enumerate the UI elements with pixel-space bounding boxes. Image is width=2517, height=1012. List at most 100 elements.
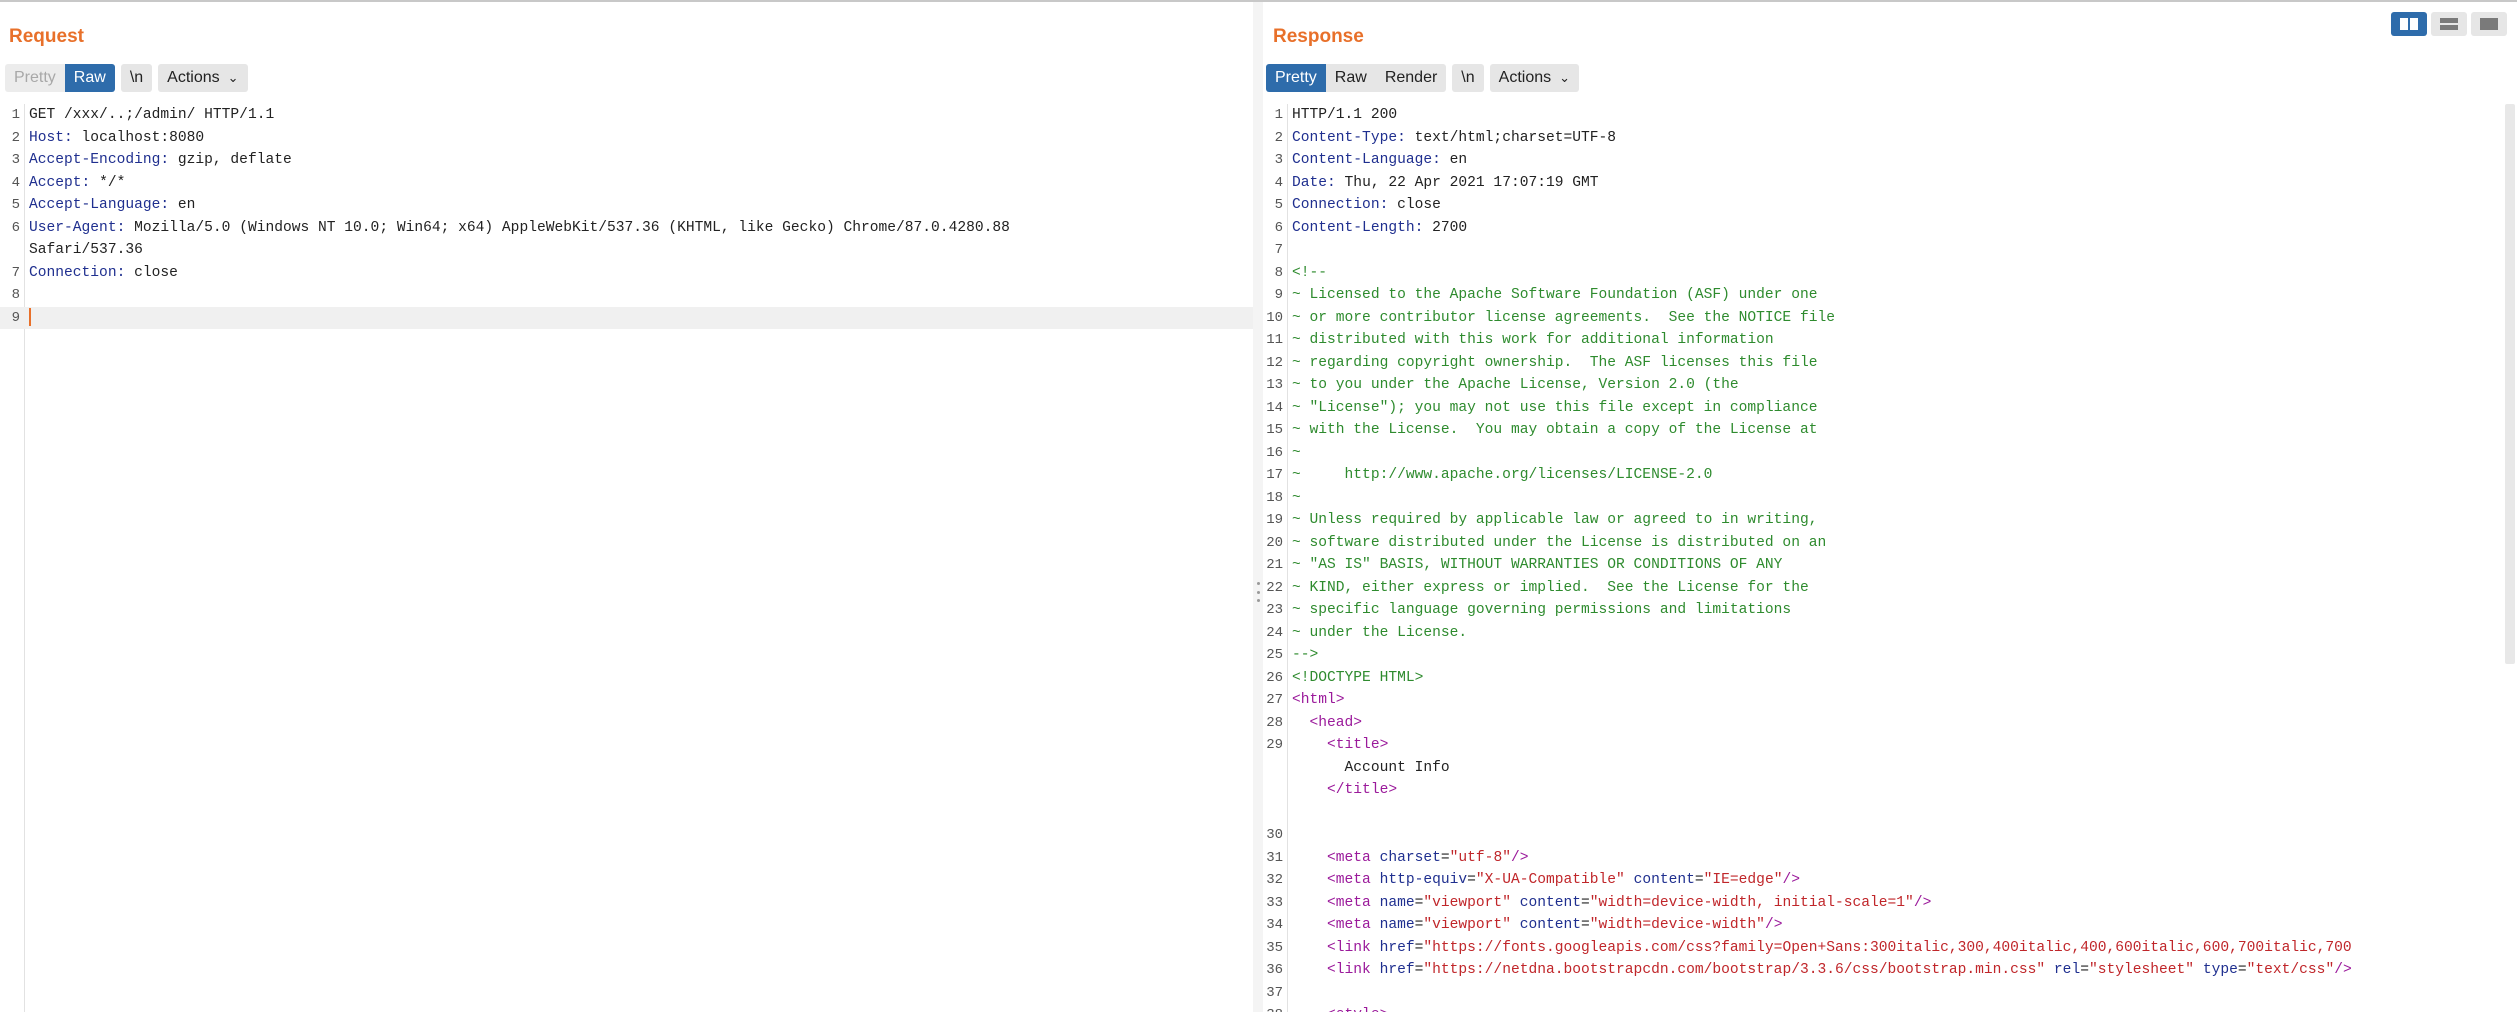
code-line[interactable]: 1 GET /xxx/..;/admin/ HTTP/1.1 <box>0 104 1253 127</box>
code-line[interactable]: 3 Accept-Encoding: gzip, deflate <box>0 149 1253 172</box>
code-line[interactable]: 17 ~ http://www.apache.org/licenses/LICEN… <box>1263 464 2517 487</box>
line-number: 10 <box>1266 309 1283 326</box>
code-line[interactable]: 4 Accept: */* <box>0 172 1253 195</box>
code-line[interactable]: 3 Content-Language: en <box>1263 149 2517 172</box>
code-line[interactable]: 12 ~ regarding copyright ownership. The A… <box>1263 352 2517 375</box>
request-pretty-button[interactable]: Pretty <box>5 64 65 92</box>
code-line[interactable]: 11 ~ distributed with this work for addit… <box>1263 329 2517 352</box>
token: <meta <box>1327 917 1380 933</box>
response-raw-button[interactable]: Raw <box>1325 64 1376 92</box>
code-line[interactable]: 32 <meta http-equiv="X-UA-Compatible" co… <box>1263 869 2517 892</box>
pane-splitter[interactable] <box>1253 2 1263 1012</box>
code-line[interactable]: 19 ~ Unless required by applicable law or… <box>1263 509 2517 532</box>
line-content: Content-Type: text/html;charset=UTF-8 <box>1292 127 1616 150</box>
response-editor[interactable]: 1 HTTP/1.1 200 2 Content-Type: text/html;ch… <box>1263 104 2517 1012</box>
code-line[interactable]: 30 <box>1263 824 2517 847</box>
token: "stylesheet" <box>2088 962 2195 978</box>
code-line[interactable]: 14 ~ "License"); you may not use this fil… <box>1263 397 2517 420</box>
code-line[interactable]: 28 <head> <box>1263 712 2517 735</box>
code-line[interactable]: 9 <box>0 306 1253 329</box>
line-content: <html> <box>1292 689 1345 712</box>
token: = <box>2080 962 2089 978</box>
code-line[interactable]: 6 Content-Length: 2700 <box>1263 217 2517 240</box>
code-line[interactable]: 36 <link href = "https://netdna.bootstrapc… <box>1263 959 2517 982</box>
code-line[interactable]: 35 <link href="https://fonts.googleapis.… <box>1263 937 2517 960</box>
stacked-icon[interactable] <box>2431 12 2467 36</box>
code-line[interactable]: 4 Date: Thu, 22 Apr 2021 17:07:19 GMT <box>1263 172 2517 195</box>
code-line[interactable]: 2 Host: localhost:8080 <box>0 127 1253 150</box>
code-line[interactable]: 6 User-Agent: Mozilla/5.0 (Windows NT 10.… <box>0 217 1253 240</box>
code-line[interactable]: 8 <!-- <box>1263 262 2517 285</box>
request-editor[interactable]: 1 GET /xxx/..;/admin/ HTTP/1.1 2 Host: loca… <box>0 104 1253 1012</box>
code-line[interactable]: 23 ~ specific language governing permissi… <box>1263 599 2517 622</box>
line-content: ~ Licensed to the Apache Software Founda… <box>1292 284 1817 307</box>
side-by-side-icon[interactable] <box>2391 12 2427 36</box>
code-line[interactable]: 27 <html> <box>1263 689 2517 712</box>
request-title: Request <box>9 26 84 47</box>
line-content: ~ Unless required by applicable law or a… <box>1292 509 1817 532</box>
line-content: ~ KIND, either express or implied. See t… <box>1292 577 1809 600</box>
code-line[interactable]: 34 <meta name="viewport" content="width=… <box>1263 914 2517 937</box>
code-line[interactable]: Account Info <box>1263 757 2517 780</box>
code-line[interactable]: 31 <meta charset="utf-8"/> <box>1263 847 2517 870</box>
request-actions-button[interactable]: Actions ⌄ <box>158 64 248 92</box>
line-number: 19 <box>1266 512 1283 528</box>
line-number: 29 <box>1266 737 1283 753</box>
token: GET /xxx/..;/admin/ HTTP/1.1 <box>29 107 275 123</box>
line-number: 11 <box>1266 332 1283 348</box>
token: ~ <box>1292 489 1301 506</box>
line-number: 21 <box>1266 557 1283 573</box>
code-line[interactable]: 10 ~ or more contributor license agreemen… <box>1263 307 2517 330</box>
line-content: ~ http://www.apache.org/licenses/LICENSE… <box>1292 464 1712 487</box>
splitter-grip-icon[interactable] <box>1256 582 1260 602</box>
code-line[interactable]: 29 <title> <box>1263 734 2517 757</box>
text-cursor <box>29 307 31 326</box>
code-line[interactable]: 7 <box>1263 239 2517 262</box>
code-line[interactable]: 38 <style> <box>1263 1004 2517 1012</box>
line-content: ~ specific language governing permission… <box>1292 599 1791 622</box>
token: name <box>1379 894 1415 911</box>
code-line[interactable]: 22 ~ KIND, either express or implied. See… <box>1263 577 2517 600</box>
request-view-mode-group: Pretty Raw <box>5 64 115 92</box>
token: Host: <box>29 129 73 146</box>
line-number: 18 <box>1266 489 1283 506</box>
code-line[interactable]: 16 ~ <box>1263 442 2517 465</box>
response-newline-toggle[interactable]: \n <box>1452 64 1484 92</box>
code-line[interactable]: 20 ~ software distributed under the Licen… <box>1263 532 2517 555</box>
code-line[interactable]: 13 ~ to you under the Apache License, Ver… <box>1263 374 2517 397</box>
code-line[interactable]: 1 HTTP/1.1 200 <box>1263 104 2517 127</box>
code-line[interactable] <box>1263 802 2517 825</box>
code-line[interactable]: 33 <meta name="viewport" content="width=… <box>1263 892 2517 915</box>
token: ~ <box>1292 444 1301 461</box>
code-line[interactable]: 18 ~ <box>1263 487 2517 510</box>
code-line[interactable]: 26 <!DOCTYPE HTML> <box>1263 667 2517 690</box>
code-line[interactable]: 2 Content-Type: text/html;charset=UTF-8 <box>1263 127 2517 150</box>
request-raw-button[interactable]: Raw <box>64 64 115 92</box>
line-number: 26 <box>1266 669 1283 686</box>
code-line[interactable]: 24 ~ under the License. <box>1263 622 2517 645</box>
code-line[interactable]: 15 ~ with the License. You may obtain a c… <box>1263 419 2517 442</box>
code-line[interactable]: 5 Connection: close <box>1263 194 2517 217</box>
chevron-down-icon: ⌄ <box>1559 70 1571 85</box>
code-line[interactable]: 37 <box>1263 982 2517 1005</box>
single-pane-icon[interactable] <box>2471 12 2507 36</box>
response-actions-button[interactable]: Actions ⌄ <box>1489 64 1580 92</box>
response-scrollbar[interactable] <box>2505 104 2515 664</box>
code-line[interactable]: 25 --> <box>1263 644 2517 667</box>
code-line[interactable]: 8 <box>0 284 1253 307</box>
code-line[interactable]: 21 ~ "AS IS" BASIS, WITHOUT WARRANTIES OR… <box>1263 554 2517 577</box>
request-newline-toggle[interactable]: \n <box>120 64 153 92</box>
code-line[interactable]: 7 Connection: close <box>0 262 1253 285</box>
code-line[interactable]: </title> <box>1263 779 2517 802</box>
token: Accept-Encoding: <box>29 152 170 168</box>
code-line[interactable]: 5 Accept-Language: en <box>0 194 1253 217</box>
line-number: 12 <box>1266 354 1283 371</box>
code-line[interactable]: 9 ~ Licensed to the Apache Software Found… <box>1263 284 2517 307</box>
code-line[interactable]: Safari/537.36 <box>0 239 1253 262</box>
token: "IE=edge" <box>1703 872 1783 888</box>
response-pretty-button[interactable]: Pretty <box>1266 64 1326 92</box>
token: "https://fonts.googleapis.com/css?family… <box>1423 939 2352 956</box>
response-render-button[interactable]: Render <box>1375 64 1447 92</box>
line-content: ~ distributed with this work for additio… <box>1292 329 1774 352</box>
